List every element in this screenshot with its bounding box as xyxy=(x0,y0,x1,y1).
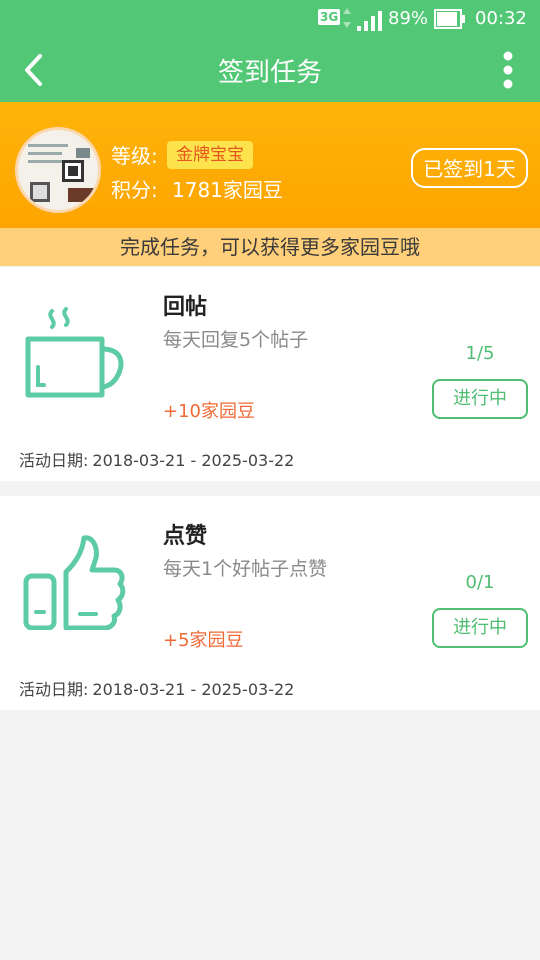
task-date: 活动日期: 2018-03-21 - 2025-03-22 xyxy=(19,676,294,700)
task-date-value: 2018-03-21 - 2025-03-22 xyxy=(92,451,295,470)
points-value: 1781家园豆 xyxy=(172,178,283,202)
data-arrows-icon xyxy=(343,8,351,28)
task-date-label: 活动日期: xyxy=(19,451,89,470)
avatar[interactable] xyxy=(15,127,101,213)
signed-in-button[interactable]: 已签到1天 xyxy=(411,148,528,188)
task-status-button[interactable]: 进行中 xyxy=(432,608,528,648)
task-date-value: 2018-03-21 - 2025-03-22 xyxy=(92,680,295,699)
signal-icon xyxy=(357,11,382,31)
task-card-like[interactable]: 点赞 每天1个好帖子点赞 +5家园豆 0/1 进行中 活动日期: 2018-03-… xyxy=(0,496,540,710)
battery-icon xyxy=(434,9,465,29)
task-name: 回帖 xyxy=(163,295,208,320)
avatar-image xyxy=(18,130,98,210)
app-bar: 签到任务 xyxy=(0,38,540,102)
thumbs-up-icon xyxy=(23,535,126,630)
task-description: 每天1个好帖子点赞 xyxy=(163,558,328,580)
network-type: 3G xyxy=(318,9,341,25)
clock: 00:32 xyxy=(475,8,527,29)
task-progress: 1/5 xyxy=(465,343,495,364)
points-label: 积分: xyxy=(111,178,158,202)
level-badge: 金牌宝宝 xyxy=(167,141,253,169)
coffee-cup-icon xyxy=(25,307,124,398)
task-reward: +5家园豆 xyxy=(163,630,244,651)
profile-header: 等级: 金牌宝宝 积分: 1781家园豆 已签到1天 xyxy=(0,102,540,230)
more-vertical-icon[interactable] xyxy=(494,50,522,90)
task-name: 点赞 xyxy=(163,524,208,549)
status-bar: 3G 89% 00:32 xyxy=(0,0,540,38)
task-status-button[interactable]: 进行中 xyxy=(432,379,528,419)
task-date-label: 活动日期: xyxy=(19,680,89,699)
task-description: 每天回复5个帖子 xyxy=(163,329,309,351)
task-reward: +10家园豆 xyxy=(163,401,255,422)
task-hint-bar: 完成任务，可以获得更多家园豆哦 xyxy=(0,228,540,266)
page-title: 签到任务 xyxy=(217,58,322,88)
battery-percent: 89% xyxy=(388,8,429,29)
task-card-reply[interactable]: 回帖 每天回复5个帖子 +10家园豆 1/5 进行中 活动日期: 2018-03-… xyxy=(0,267,540,481)
level-label: 等级: xyxy=(111,144,158,168)
task-progress: 0/1 xyxy=(465,572,495,593)
task-date: 活动日期: 2018-03-21 - 2025-03-22 xyxy=(19,447,294,471)
